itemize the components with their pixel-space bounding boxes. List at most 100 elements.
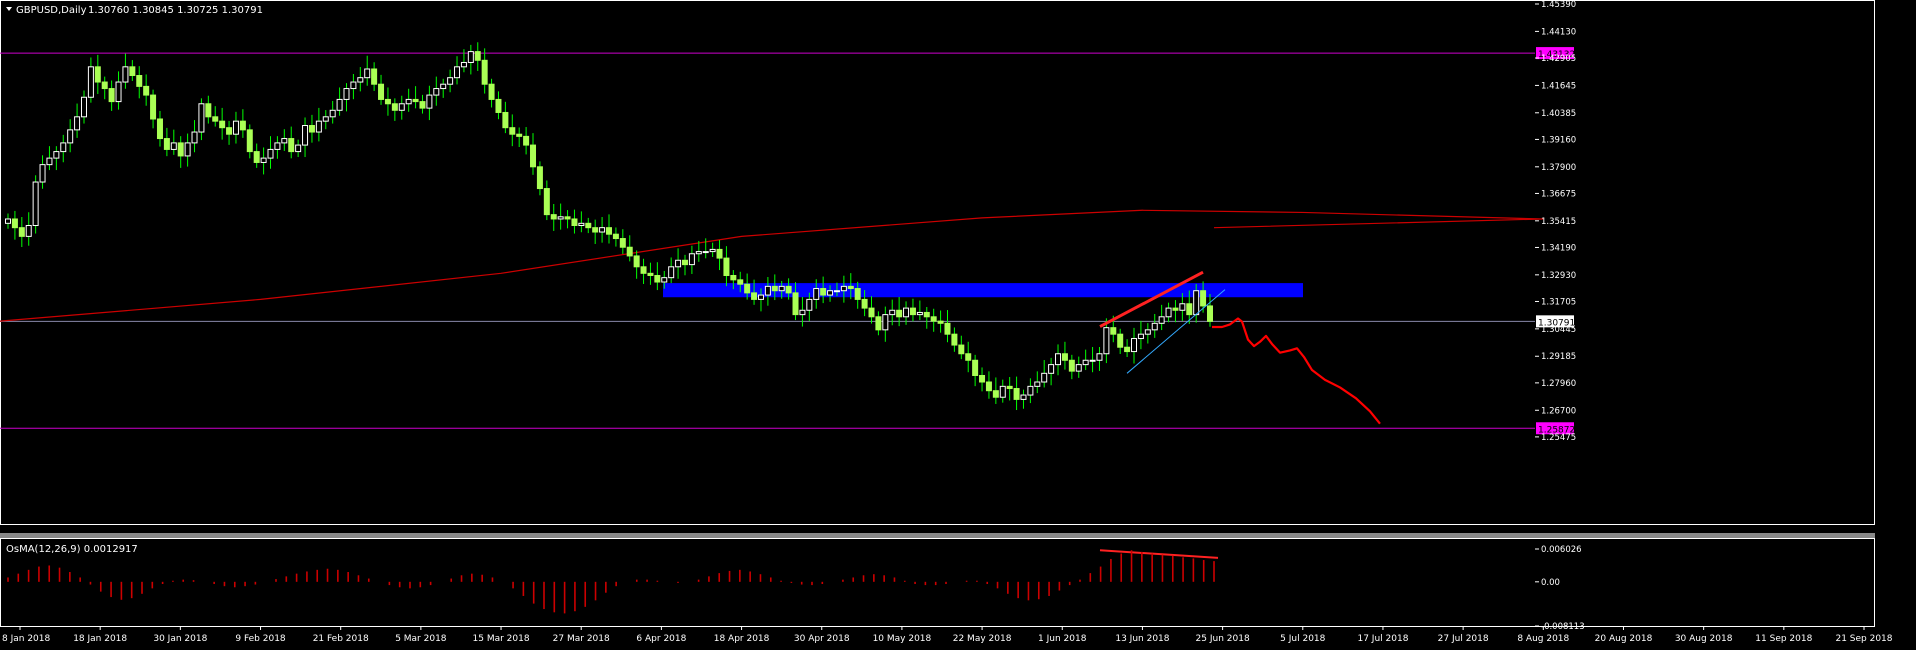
candle-body-bull xyxy=(1144,329,1151,335)
candle-body-bull xyxy=(806,298,813,311)
candle-body-bear xyxy=(509,127,516,135)
price-chart[interactable]: 1.431321.258721.307911.453901.441301.429… xyxy=(0,0,1916,650)
candle-body-bull xyxy=(60,142,67,153)
x-axis-label: 9 Feb 2018 xyxy=(235,634,286,644)
candle-body-bear xyxy=(101,81,108,90)
candle-body-bear xyxy=(488,83,495,100)
candle-body-bull xyxy=(295,144,302,153)
candle-body-bull xyxy=(184,142,191,157)
x-axis-label: 5 Jul 2018 xyxy=(1280,634,1325,644)
osma-y-label: 0.006026 xyxy=(1541,545,1582,555)
candle-body-bear xyxy=(619,238,626,248)
x-axis-label: 17 Jul 2018 xyxy=(1357,634,1408,644)
candle-body-bear xyxy=(156,118,163,140)
candle-body-bull xyxy=(1151,322,1158,331)
candle-body-bear xyxy=(378,83,385,100)
candle-body-bull xyxy=(364,68,371,79)
candle-body-bull xyxy=(916,311,923,316)
candle-body-bear xyxy=(751,292,758,300)
candle-body-bull xyxy=(675,259,682,268)
candle-body-bear xyxy=(1200,290,1207,307)
candle-body-bear xyxy=(875,316,882,331)
candle-body-bear xyxy=(654,274,661,283)
y-axis-label: 1.39160 xyxy=(1541,135,1576,145)
candle-body-bear xyxy=(937,320,944,324)
x-axis-label: 21 Sep 2018 xyxy=(1835,634,1892,644)
ohlc-readout: 1.30760 1.30845 1.30725 1.30791 xyxy=(88,5,263,16)
candle-body-bear xyxy=(1110,327,1117,335)
x-axis-label: 30 Jan 2018 xyxy=(153,634,207,644)
candle-body-bear xyxy=(1061,353,1068,361)
candle-body-bear xyxy=(253,151,260,163)
candle-body-bear xyxy=(958,344,965,355)
candle-body-bear xyxy=(143,85,150,96)
candle-body-bear xyxy=(108,88,115,103)
candle-body-bear xyxy=(523,135,530,146)
x-axis-label: 5 Mar 2018 xyxy=(395,634,447,644)
candle-body-bull xyxy=(39,164,46,183)
candle-body-bull xyxy=(329,109,336,118)
osma-y-label: -0.008113 xyxy=(1541,622,1585,632)
x-axis-label: 6 Apr 2018 xyxy=(636,634,686,644)
candle[interactable] xyxy=(32,175,39,234)
x-axis-label: 8 Jan 2018 xyxy=(2,634,50,644)
candle-body-bear xyxy=(951,333,958,346)
candle-body-bull xyxy=(709,248,716,253)
candle-body-bear xyxy=(606,227,612,235)
candle-body-bear xyxy=(1117,333,1124,348)
candle-body-bull xyxy=(882,314,889,331)
candle-body-bear xyxy=(820,288,827,296)
candle-body-bear xyxy=(612,233,619,240)
candle-body-bear xyxy=(571,218,578,226)
candle-body-bear xyxy=(136,75,143,87)
candle-body-bear xyxy=(226,127,233,135)
x-axis-label: 10 May 2018 xyxy=(873,634,932,644)
candle-body-bear xyxy=(792,292,799,316)
candle-body-bear xyxy=(239,120,246,131)
candle-body-bear xyxy=(219,120,226,129)
candle-body-bull xyxy=(1082,359,1089,366)
candle-body-bear xyxy=(1006,385,1013,390)
candle-body-bear xyxy=(744,283,751,294)
candle-body-bull xyxy=(1020,394,1027,400)
y-axis-label: 1.40385 xyxy=(1541,109,1576,119)
candle-body-bull xyxy=(25,224,32,237)
candle-body-bull xyxy=(1055,353,1062,366)
candle-body-bull xyxy=(454,66,461,79)
candle-body-bull xyxy=(1096,353,1103,361)
candle-body-bull xyxy=(1137,333,1144,340)
candle-body-bear xyxy=(626,246,633,257)
candle-body-bear xyxy=(896,309,903,318)
candle-body-bull xyxy=(827,290,834,296)
candle-body-bull xyxy=(757,294,764,300)
x-axis-label: 15 Mar 2018 xyxy=(473,634,530,644)
candle-body-bear xyxy=(288,138,295,153)
candle-body-bull xyxy=(281,138,288,144)
panel-separator[interactable] xyxy=(0,533,1875,538)
x-axis-label: 18 Jan 2018 xyxy=(73,634,127,644)
candle-body-bear xyxy=(391,103,398,111)
candle-body-bull xyxy=(267,148,274,159)
x-axis-label: 25 Jun 2018 xyxy=(1196,634,1250,644)
candle-body-bear xyxy=(861,298,868,309)
candle-body-bull xyxy=(599,227,606,233)
candle-body-bull xyxy=(1027,385,1034,396)
candle-body-bear xyxy=(530,144,537,168)
y-axis-label: 1.34190 xyxy=(1541,243,1576,253)
candle-body-bull xyxy=(668,266,675,279)
candle-body-bull xyxy=(302,125,309,146)
x-axis-label: 18 Apr 2018 xyxy=(714,634,770,644)
y-axis-label: 1.32930 xyxy=(1541,271,1576,281)
candle-body-bull xyxy=(67,129,74,144)
osma-label: OsMA(12,26,9) 0.0012917 xyxy=(6,544,138,555)
candle-body-bear xyxy=(909,307,916,316)
candle-body-bear xyxy=(592,227,599,233)
candle-body-bear xyxy=(502,111,509,129)
x-axis-label: 27 Jul 2018 xyxy=(1438,634,1489,644)
candle-body-bear xyxy=(992,390,999,398)
candle-body-bull xyxy=(115,81,122,103)
candle-body-bull xyxy=(799,309,806,316)
candle-body-bear xyxy=(972,359,979,376)
candle-body-bear xyxy=(419,101,426,109)
candle-body-bull xyxy=(74,116,81,131)
